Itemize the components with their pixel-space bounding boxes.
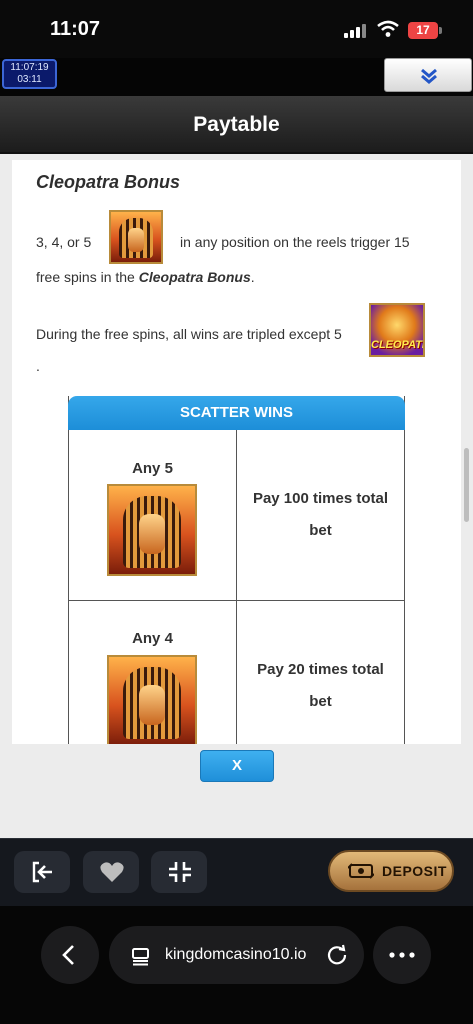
row-label-any-4: Any 4 [132,630,173,647]
battery-indicator: 17 [408,22,438,39]
scatter-wins-header: SCATTER WINS [68,396,405,430]
deposit-button[interactable]: DEPOSIT [328,850,454,892]
game-clock-time: 11:07:19 [10,62,49,73]
close-paytable-button[interactable]: X [200,750,274,782]
scatter-wins-table: SCATTER WINS Any 5 Pay 100 times total b… [68,396,405,744]
collapse-button[interactable] [384,58,472,92]
cleopatra-symbol-text: CLEOPATRA [371,339,423,351]
address-bar[interactable]: kingdomcasino10.io [109,926,364,984]
scrollbar-thumb[interactable] [464,448,469,522]
browser-bar: kingdomcasino10.io [0,906,473,1024]
status-time: 11:07 [50,18,101,40]
row-pay-any-4: Pay 20 times total bet [237,654,404,718]
table-divider-horizontal [69,600,404,601]
game-clock: 11:07:19 03:11 [2,59,57,89]
double-chevron-down-icon [421,68,437,84]
casino-toolbar: DEPOSIT [0,838,473,906]
reload-icon[interactable] [326,944,348,966]
favorite-button[interactable] [83,851,139,893]
chevron-left-icon [62,945,74,965]
pharaoh-scatter-symbol [109,210,163,264]
bonus-line2-prefix: free spins in the [36,269,135,285]
battery-tip [439,27,442,34]
pay-line1: Pay 20 times total [257,661,384,678]
pay-line2: bet [309,693,332,710]
signal-icon [344,24,366,38]
symbol-face [128,228,144,252]
section-title: Cleopatra Bonus [36,172,181,192]
paytable-scroll-area[interactable]: Cleopatra Bonus 3, 4, or 5 in any positi… [12,160,461,744]
paytable-header: Paytable [0,96,473,154]
bonus-text-suffix: in any position on the reels trigger 15 [180,234,410,250]
minimize-icon [169,862,191,882]
exit-arrow-icon [32,861,52,883]
game-strip: 11:07:19 03:11 [0,58,473,96]
browser-back-button[interactable] [41,926,99,984]
row-label-any-5: Any 5 [132,460,173,477]
bonus-text-line2: free spins in the Cleopatra Bonus. [36,269,255,285]
exit-game-button[interactable] [14,851,70,893]
cash-icon [348,863,374,879]
page-menu-icon [132,948,149,966]
wifi-icon [377,20,399,37]
bonus-line2-suffix: . [250,269,255,285]
freespin-text-end: . [36,358,40,374]
symbol-face [139,514,165,554]
exit-fullscreen-button[interactable] [151,851,207,893]
paytable-panel: Cleopatra Bonus 3, 4, or 5 in any positi… [0,154,473,838]
more-dots-icon [389,952,415,958]
symbol-face [139,685,165,725]
pay-line2: bet [309,522,332,539]
game-clock-elapsed: 03:11 [17,74,42,85]
cleopatra-wild-symbol: CLEOPATRA [369,303,425,357]
pay-line1: Pay 100 times total [252,490,389,507]
freespin-text: During the free spins, all wins are trip… [36,326,342,342]
page-title: Paytable [193,113,280,136]
browser-more-button[interactable] [373,926,431,984]
pharaoh-scatter-symbol-large [107,655,197,744]
url-text: kingdomcasino10.io [165,946,307,963]
deposit-label: DEPOSIT [382,863,447,879]
status-bar: 11:07 17 [0,0,473,58]
row-pay-any-5: Pay 100 times total bet [237,483,404,547]
pharaoh-scatter-symbol-large [107,484,197,576]
heart-icon [100,862,124,882]
bonus-text-prefix: 3, 4, or 5 [36,234,92,250]
bonus-line2-bold: Cleopatra Bonus [138,269,251,285]
